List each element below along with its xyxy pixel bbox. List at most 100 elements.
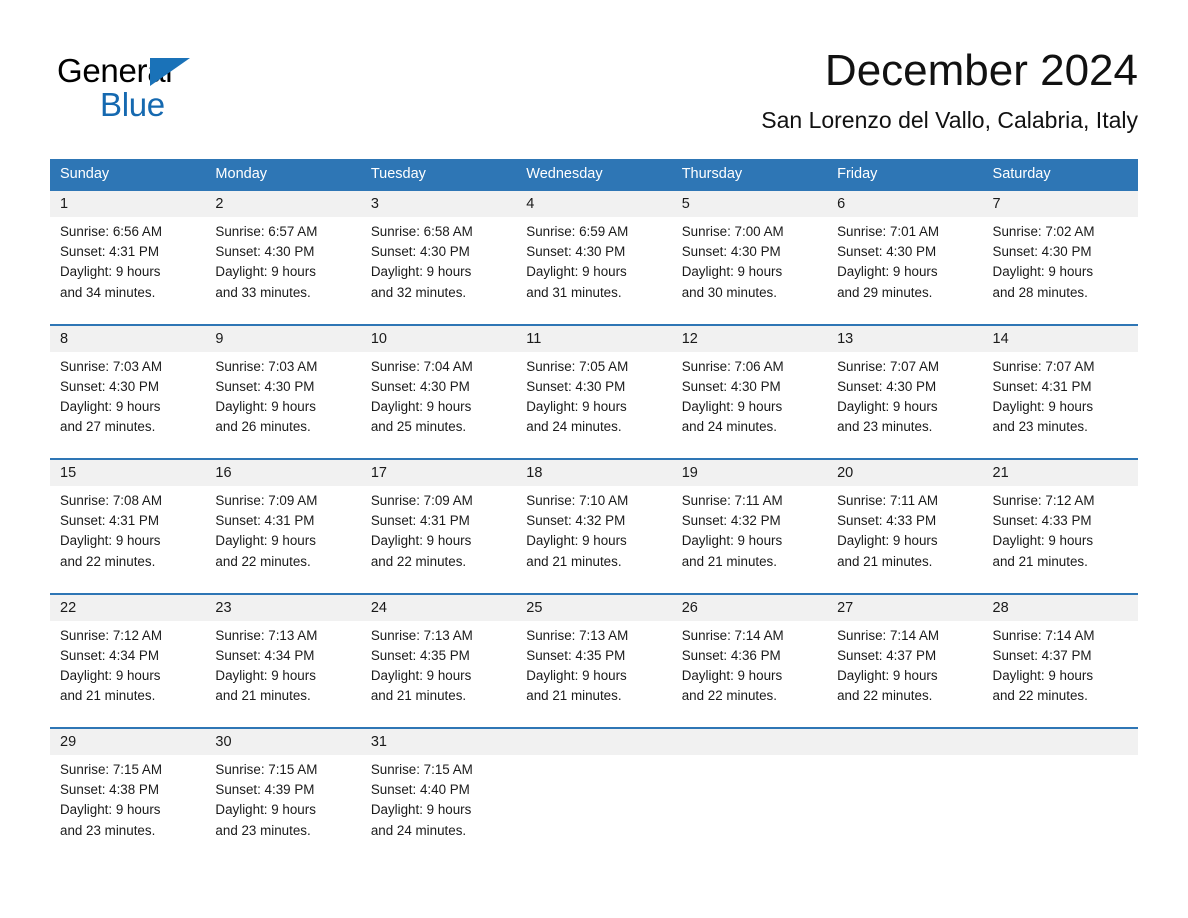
daylight-text-line1: Daylight: 9 hours: [370, 802, 472, 818]
day-cell-details: Sunrise: 7:12 AM Sunset: 4:34 PM Dayligh…: [50, 626, 205, 707]
sunrise-text: Sunrise: 7:09 AM: [370, 493, 473, 508]
daylight-text-line1: Daylight: 9 hours: [992, 667, 1094, 683]
sunset-text: Sunset: 4:37 PM: [837, 647, 937, 663]
sunrise-text: Sunrise: 7:07 AM: [837, 358, 940, 374]
sunset-text: Sunset: 4:35 PM: [370, 647, 470, 663]
day-number[interactable]: 4: [516, 191, 671, 217]
sunrise-text: Sunrise: 7:03 AM: [60, 358, 162, 374]
sunrise-text: Sunrise: 7:14 AM: [837, 627, 940, 643]
day-number[interactable]: 27: [827, 595, 982, 621]
sunset-text: Sunset: 4:31 PM: [60, 244, 159, 260]
weekday-header-wednesday: Wednesday: [526, 166, 603, 182]
sunrise-text: Sunrise: 7:13 AM: [215, 627, 318, 643]
day-number[interactable]: 21: [983, 460, 1138, 486]
daylight-text-line2: and 25 minutes.: [370, 419, 467, 435]
day-number[interactable]: 3: [361, 191, 516, 217]
general-blue-logo[interactable]: General Blue: [57, 52, 297, 124]
sunset-text: Sunset: 4:30 PM: [526, 244, 626, 260]
daylight-text-line1: Daylight: 9 hours: [992, 533, 1094, 549]
day-number[interactable]: 16: [205, 460, 360, 486]
sunset-text: Sunset: 4:30 PM: [681, 244, 781, 260]
day-cell-details: Sunrise: 7:07 AM Sunset: 4:30 PM Dayligh…: [827, 357, 982, 438]
day-cell-details: Sunrise: 7:15 AM Sunset: 4:40 PM Dayligh…: [361, 760, 516, 841]
sunset-text: Sunset: 4:30 PM: [215, 378, 315, 394]
sunrise-text: Sunrise: 6:57 AM: [215, 224, 318, 239]
sunset-text: Sunset: 4:37 PM: [992, 647, 1092, 663]
day-number[interactable]: 1: [50, 191, 205, 217]
day-number[interactable]: 5: [672, 191, 827, 217]
day-number[interactable]: 23: [205, 595, 360, 621]
daylight-text-line1: Daylight: 9 hours: [837, 667, 938, 683]
sunrise-text: Sunrise: 7:06 AM: [681, 358, 784, 374]
day-number-empty: [672, 729, 827, 755]
sunrise-text: Sunrise: 7:05 AM: [526, 358, 629, 374]
week-row: 1 2 3 4 5 6 7 Sunrise: 6:56 AM Sunset: 4…: [50, 189, 1138, 324]
day-number[interactable]: 7: [983, 191, 1138, 217]
sunrise-text: Sunrise: 7:14 AM: [992, 627, 1095, 643]
daylight-text-line1: Daylight: 9 hours: [60, 398, 161, 414]
day-number[interactable]: 9: [205, 326, 360, 352]
day-cell-details: Sunrise: 6:56 AM Sunset: 4:31 PM Dayligh…: [50, 222, 205, 303]
daylight-text-line1: Daylight: 9 hours: [837, 398, 938, 414]
day-cell-details: Sunrise: 7:13 AM Sunset: 4:35 PM Dayligh…: [361, 626, 516, 707]
week-detail-band: Sunrise: 6:56 AM Sunset: 4:31 PM Dayligh…: [50, 217, 1138, 303]
day-number[interactable]: 25: [516, 595, 671, 621]
day-number[interactable]: 15: [50, 460, 205, 486]
day-number[interactable]: 11: [516, 326, 671, 352]
daylight-text-line1: Daylight: 9 hours: [215, 398, 316, 414]
day-number[interactable]: 19: [672, 460, 827, 486]
daylight-text-line2: and 26 minutes.: [215, 419, 311, 435]
day-number[interactable]: 31: [361, 729, 516, 755]
day-cell-details: Sunrise: 7:07 AM Sunset: 4:31 PM Dayligh…: [983, 357, 1138, 438]
day-number[interactable]: 30: [205, 729, 360, 755]
day-number[interactable]: 29: [50, 729, 205, 755]
day-cell-details: Sunrise: 7:04 AM Sunset: 4:30 PM Dayligh…: [361, 357, 516, 438]
daylight-text-line1: Daylight: 9 hours: [526, 533, 627, 549]
daylight-text-line1: Daylight: 9 hours: [992, 398, 1094, 414]
sunset-text: Sunset: 4:30 PM: [370, 244, 470, 260]
daylight-text-line1: Daylight: 9 hours: [526, 667, 627, 683]
sunset-text: Sunset: 4:34 PM: [60, 647, 159, 663]
day-number[interactable]: 22: [50, 595, 205, 621]
sunset-text: Sunset: 4:31 PM: [215, 513, 315, 529]
daylight-text-line2: and 21 minutes.: [60, 688, 156, 704]
daylight-text-line2: and 21 minutes.: [526, 553, 622, 569]
day-number[interactable]: 6: [827, 191, 982, 217]
sunset-text: Sunset: 4:30 PM: [370, 378, 470, 394]
logo-triangle-icon: [150, 58, 190, 86]
day-number[interactable]: 28: [983, 595, 1138, 621]
day-number[interactable]: 12: [672, 326, 827, 352]
day-number[interactable]: 14: [983, 326, 1138, 352]
day-cell-details: Sunrise: 6:58 AM Sunset: 4:30 PM Dayligh…: [361, 222, 516, 303]
day-cell-details: Sunrise: 7:03 AM Sunset: 4:30 PM Dayligh…: [50, 357, 205, 438]
day-number[interactable]: 10: [361, 326, 516, 352]
sunset-text: Sunset: 4:30 PM: [60, 378, 159, 394]
daylight-text-line2: and 22 minutes.: [370, 553, 467, 569]
week-daynumber-band: 29 30 31: [50, 729, 1138, 755]
day-cell-details: Sunrise: 7:13 AM Sunset: 4:35 PM Dayligh…: [516, 626, 671, 707]
day-number[interactable]: 2: [205, 191, 360, 217]
day-number[interactable]: 8: [50, 326, 205, 352]
day-cell-details: Sunrise: 7:12 AM Sunset: 4:33 PM Dayligh…: [983, 491, 1138, 572]
day-number[interactable]: 13: [827, 326, 982, 352]
day-cell-details: Sunrise: 7:14 AM Sunset: 4:36 PM Dayligh…: [672, 626, 827, 707]
page-title: December 2024: [824, 46, 1138, 95]
daylight-text-line2: and 21 minutes.: [837, 553, 933, 569]
sunrise-text: Sunrise: 7:00 AM: [681, 224, 784, 239]
calendar-page: General Blue December 2024 San Lorenzo d…: [0, 0, 1188, 918]
sunrise-text: Sunrise: 7:15 AM: [60, 762, 162, 777]
daylight-text-line1: Daylight: 9 hours: [992, 264, 1094, 280]
day-number[interactable]: 20: [827, 460, 982, 486]
calendar-table: Sunday Monday Tuesday Wednesday Thursday…: [50, 159, 1138, 847]
daylight-text-line1: Daylight: 9 hours: [370, 398, 472, 414]
day-number[interactable]: 24: [361, 595, 516, 621]
sunset-text: Sunset: 4:38 PM: [60, 782, 159, 798]
day-cell-details: Sunrise: 7:02 AM Sunset: 4:30 PM Dayligh…: [983, 222, 1138, 303]
day-number[interactable]: 17: [361, 460, 516, 486]
day-number[interactable]: 26: [672, 595, 827, 621]
day-number-empty: [827, 729, 982, 755]
week-daynumber-band: 22 23 24 25 26 27 28: [50, 594, 1138, 621]
week-row: 8 9 10 11 12 13 14 Sunrise: 7:03 AM Suns…: [50, 323, 1138, 459]
day-number[interactable]: 18: [516, 460, 671, 486]
daylight-text-line1: Daylight: 9 hours: [370, 667, 472, 683]
